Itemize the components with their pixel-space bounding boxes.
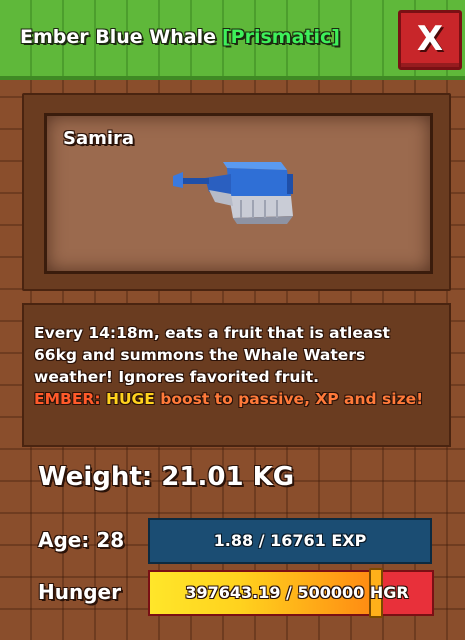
pet-viewport: Samira xyxy=(44,113,433,274)
close-button[interactable]: X xyxy=(398,10,462,70)
exp-text: 1.88 / 16761 EXP xyxy=(213,531,367,550)
hunger-text: 397643.19 / 500000 HGR xyxy=(185,583,409,602)
age-text: Age: 28 xyxy=(38,528,125,552)
variant-tag: [Prismatic] xyxy=(221,26,340,48)
weight-text: Weight: 21.01 KG xyxy=(38,462,295,492)
description-line: Every 14:18m, eats a fruit that is atlea… xyxy=(34,324,390,342)
description-line: weather! Ignores favorited fruit. xyxy=(34,368,320,386)
description-box: Every 14:18m, eats a fruit that is atlea… xyxy=(22,303,451,447)
ember-mutation-line: EMBER: HUGE boost to passive, XP and siz… xyxy=(34,388,439,410)
ember-label: EMBER: xyxy=(34,390,101,408)
owner-name: Samira xyxy=(63,128,135,149)
pet-name: Ember Blue Whale xyxy=(20,26,216,48)
blue-whale-icon xyxy=(173,162,293,224)
description-line: 66kg and summons the Whale Waters xyxy=(34,346,366,364)
exp-progress-bar: 1.88 / 16761 EXP xyxy=(148,518,432,564)
header-bar: Ember Blue Whale [Prismatic] X xyxy=(0,0,465,80)
hunger-label: Hunger xyxy=(38,580,121,604)
ember-huge: HUGE xyxy=(105,390,155,408)
close-icon: X xyxy=(416,19,444,59)
hunger-progress-bar: 397643.19 / 500000 HGR xyxy=(148,568,434,618)
pet-display-frame: Samira xyxy=(22,93,451,291)
description-text: Every 14:18m, eats a fruit that is atlea… xyxy=(34,322,439,410)
ember-effect: boost to passive, XP and size! xyxy=(160,390,424,408)
pet-title: Ember Blue Whale [Prismatic] xyxy=(20,26,340,48)
